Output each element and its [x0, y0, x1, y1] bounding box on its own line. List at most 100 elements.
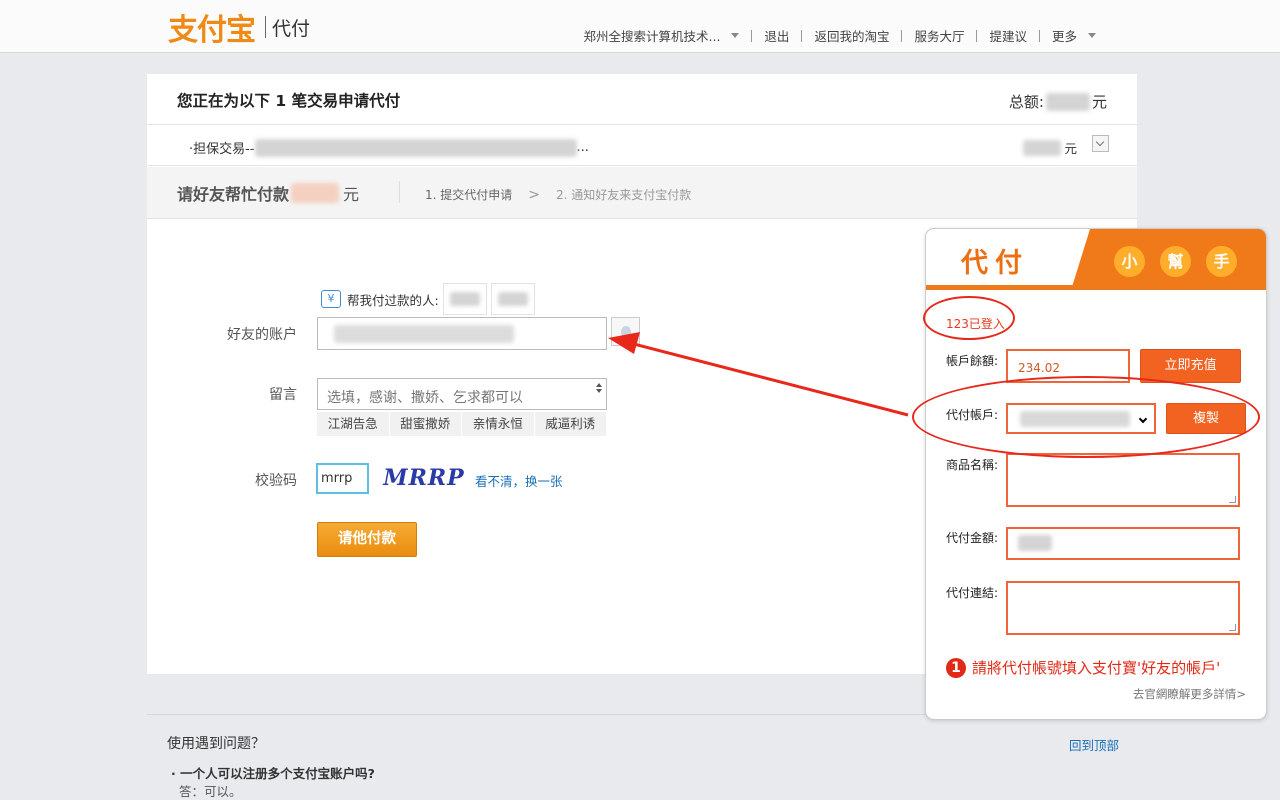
link-textarea[interactable] — [1006, 581, 1240, 635]
phrase-option[interactable]: 亲情永恒 — [462, 412, 535, 436]
balance-label: 帳戶餘額: — [946, 354, 999, 368]
redacted-account — [334, 324, 514, 343]
request-heading: 请好友帮忙付款 元 — [177, 181, 359, 205]
nav-feedback[interactable]: 提建议 — [977, 26, 1039, 45]
contacts-button[interactable] — [611, 317, 640, 346]
past-payer-2[interactable] — [490, 283, 535, 315]
goods-name-label: 商品名稱: — [946, 458, 999, 472]
redacted-amount — [1018, 535, 1052, 551]
transaction-amount: 元 — [1023, 138, 1077, 157]
instruction-tip: 1 請將代付帳號填入支付寶'好友的帳戶' — [946, 657, 1220, 678]
amount-field[interactable] — [1006, 527, 1240, 560]
account-select[interactable] — [1006, 403, 1156, 434]
logo-mark: 支付宝 — [168, 13, 256, 48]
account-label: 代付帳戶: — [946, 408, 999, 422]
nav-logout-label: 退出 — [764, 29, 790, 44]
total-unit: 元 — [1091, 93, 1107, 111]
resize-handle-icon[interactable] — [1229, 496, 1236, 503]
step-2: 2. 通知好友来支付宝付款 — [556, 188, 692, 202]
past-payers: ¥ 帮我付过款的人: — [321, 283, 535, 315]
nav-account-menu[interactable]: 郑州全搜索计算机技术... — [572, 26, 752, 45]
yen-icon: ¥ — [321, 290, 341, 308]
refresh-captcha-link[interactable]: 看不清，换一张 — [475, 471, 563, 490]
total-amount: 总额: 元 — [1009, 91, 1107, 112]
nav-service-hall-label: 服务大厅 — [914, 29, 965, 44]
redacted-payer — [497, 292, 528, 306]
tip-text: 請將代付帳號填入支付寶'好友的帳戶' — [972, 659, 1221, 677]
redacted-payer — [449, 292, 480, 306]
captcha-image[interactable]: MRRP — [376, 462, 472, 494]
captcha-label: 校验码 — [255, 473, 297, 489]
progress-steps: 1. 提交代付申请 > 2. 通知好友来支付宝付款 — [425, 186, 691, 203]
alipay-logo[interactable]: 支付宝 代付 — [168, 8, 311, 48]
textarea-spinner[interactable] — [593, 380, 605, 408]
captcha-input[interactable]: mrrp — [316, 463, 369, 494]
nav-back-taobao[interactable]: 返回我的淘宝 — [802, 26, 901, 45]
nav-back-taobao-label: 返回我的淘宝 — [814, 29, 890, 44]
friend-account-input[interactable] — [317, 317, 607, 350]
request-header: 请好友帮忙付款 元 1. 提交代付申请 > 2. 通知好友来支付宝付款 — [147, 167, 1137, 219]
redacted-account — [1020, 410, 1130, 427]
transaction-name: ·担保交易-- ... — [189, 138, 589, 157]
request-heading-text: 请好友帮忙付款 — [177, 185, 290, 204]
payment-helper-panel: 代付 小 幫 手 123已登入 帳戶餘額: 234.02 立即充值 代付帳戶: … — [925, 228, 1267, 720]
nav-service-hall[interactable]: 服务大厅 — [902, 26, 976, 45]
message-placeholder: 选填，感谢、撒娇、乞求都可以 — [327, 390, 523, 406]
copy-button[interactable]: 複製 — [1166, 403, 1246, 434]
amount-label: 代付金額: — [946, 531, 999, 545]
tip-number-icon: 1 — [946, 657, 966, 678]
transaction-row: ·担保交易-- ... 元 — [147, 126, 1137, 166]
total-label: 总额: — [1008, 93, 1044, 111]
step-arrow: > — [528, 186, 540, 203]
friend-account-label: 好友的账户 — [227, 327, 297, 343]
nav-more-menu[interactable]: 更多 — [1040, 26, 1108, 45]
helper-title: 代付 — [961, 248, 1029, 279]
top-header: 支付宝 代付 郑州全搜索计算机技术... 退出 返回我的淘宝 服务大厅 提建议 … — [0, 0, 1280, 53]
phrase-option[interactable]: 江湖告急 — [317, 412, 390, 436]
page-title: 您正在为以下 1 笔交易申请代付 — [177, 92, 401, 110]
resize-handle-icon[interactable] — [1229, 624, 1236, 631]
message-label: 留言 — [269, 387, 297, 403]
more-details-link[interactable]: 去官網瞭解更多詳情> — [1133, 686, 1246, 702]
past-payers-label: 帮我付过款的人: — [347, 292, 439, 308]
transaction-prefix: ·担保交易-- — [189, 142, 255, 157]
redacted-transaction — [254, 138, 577, 157]
goods-name-textarea[interactable] — [1006, 453, 1240, 507]
nav-logout[interactable]: 退出 — [752, 26, 801, 45]
faq-question: · 一个人可以注册多个支付宝账户吗? — [171, 766, 375, 781]
chevron-down-icon — [731, 33, 740, 38]
chevron-down-icon — [1088, 33, 1096, 38]
redacted-total — [1045, 92, 1090, 111]
helper-underline — [926, 285, 1266, 290]
submit-button[interactable]: 请他付款 — [317, 522, 417, 557]
recharge-button[interactable]: 立即充值 — [1140, 349, 1241, 383]
message-textarea[interactable]: 选填，感谢、撒娇、乞求都可以 — [317, 378, 607, 410]
nav-more-label: 更多 — [1051, 29, 1077, 44]
arrow-up-icon — [596, 383, 602, 387]
step-1: 1. 提交代付申请 — [425, 188, 513, 202]
helper-badge: 小 — [1114, 246, 1145, 277]
header-divider — [399, 181, 400, 203]
logo-subtitle: 代付 — [272, 17, 311, 40]
redacted-amount — [1023, 139, 1062, 156]
link-label: 代付連結: — [946, 586, 999, 600]
balance-value: 234.02 — [1006, 349, 1130, 383]
summary-header: 您正在为以下 1 笔交易申请代付 总额: 元 — [147, 74, 1137, 125]
nav-feedback-label: 提建议 — [989, 29, 1027, 44]
past-payer-1[interactable] — [442, 283, 487, 315]
request-unit: 元 — [343, 185, 360, 204]
login-status: 123已登入 — [946, 317, 1005, 331]
transaction-unit: 元 — [1064, 141, 1077, 156]
expand-toggle-button[interactable] — [1092, 135, 1109, 152]
quick-phrases: 江湖告急 甜蜜撒娇 亲情永恒 威逼利诱 — [317, 412, 607, 436]
redacted-request-amount — [291, 183, 340, 203]
arrow-down-icon — [596, 389, 602, 393]
helper-badge: 幫 — [1160, 246, 1191, 277]
phrase-option[interactable]: 甜蜜撒娇 — [390, 412, 462, 436]
transaction-suffix: ... — [576, 140, 589, 155]
phrase-option[interactable]: 威逼利诱 — [535, 412, 607, 436]
top-nav: 郑州全搜索计算机技术... 退出 返回我的淘宝 服务大厅 提建议 更多 — [572, 26, 1109, 45]
contact-icon — [620, 325, 631, 338]
helper-badge: 手 — [1206, 246, 1237, 277]
back-to-top-link[interactable]: 回到顶部 — [1069, 735, 1119, 754]
